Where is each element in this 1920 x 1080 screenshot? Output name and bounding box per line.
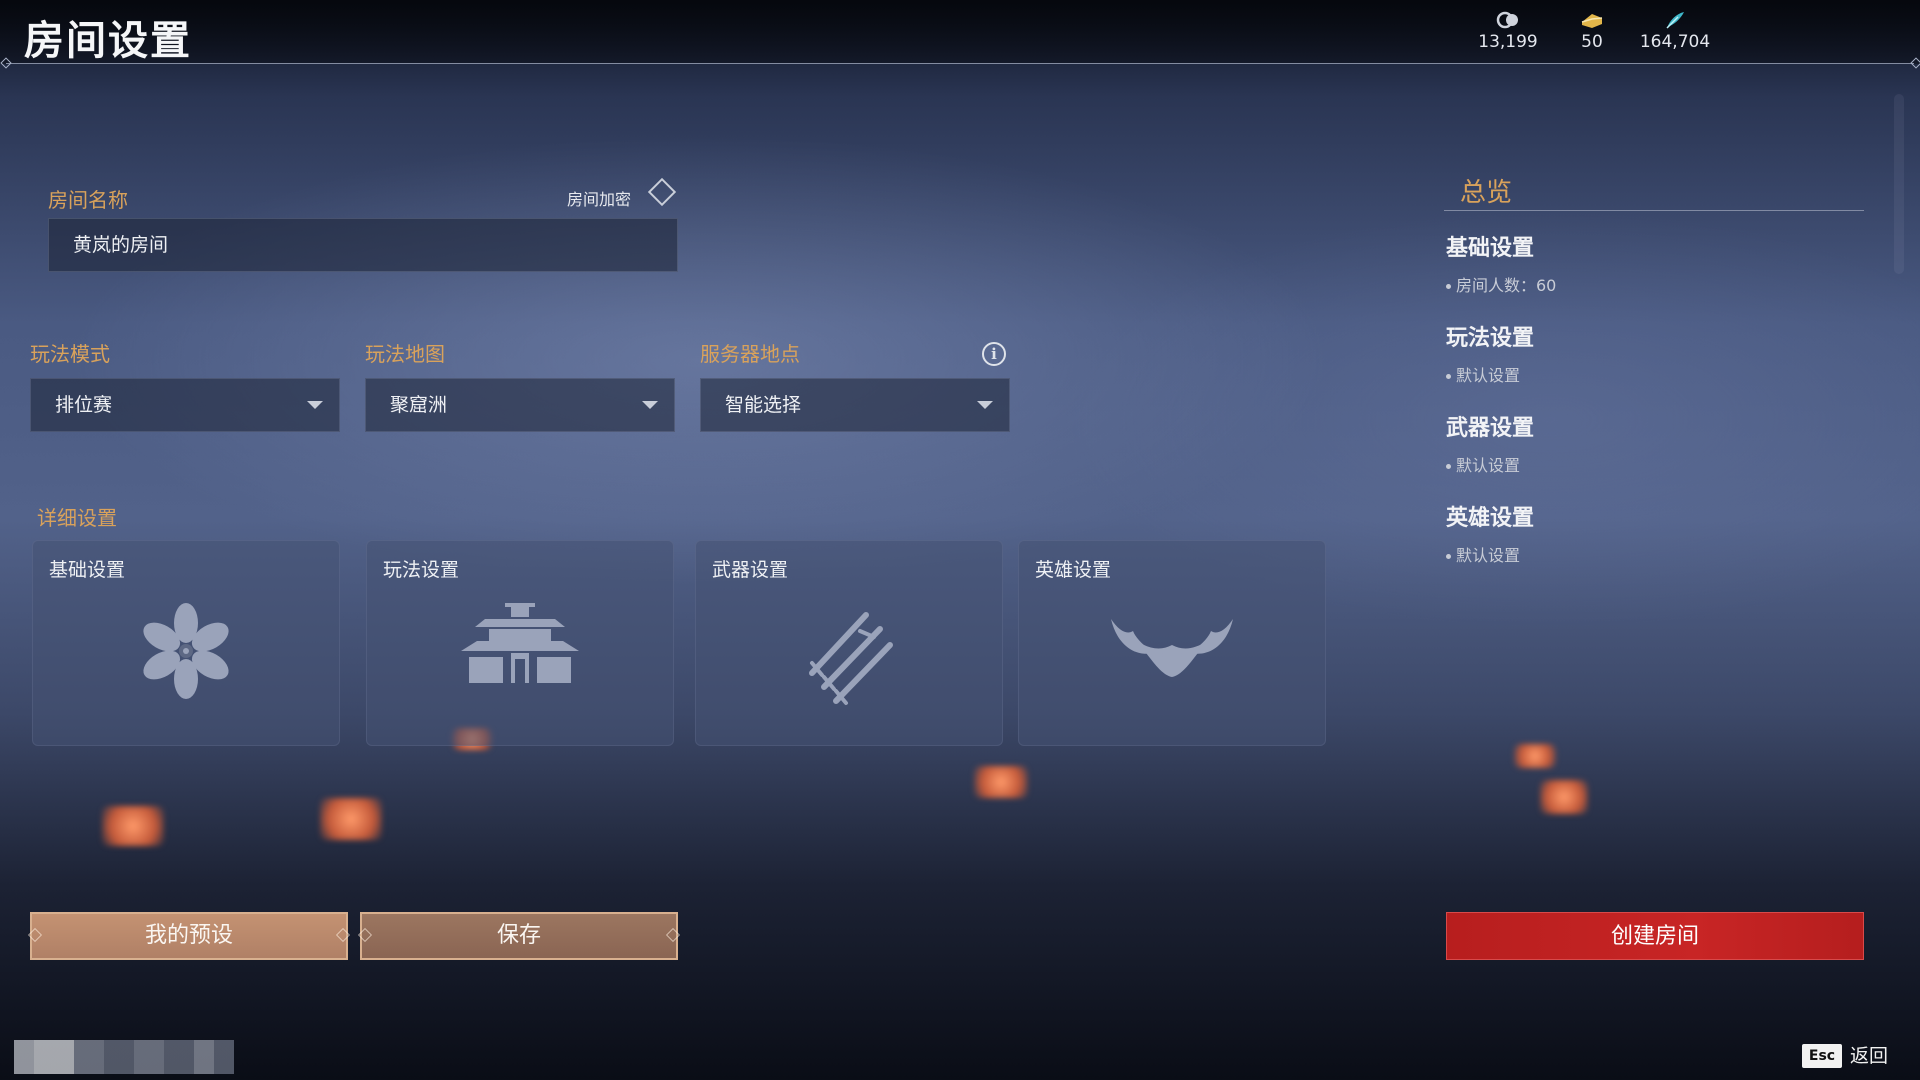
- button-ornament: [335, 927, 351, 943]
- blurred-player-id: [14, 1040, 234, 1074]
- button-ornament: [27, 927, 43, 943]
- lantern-light: [1514, 744, 1556, 768]
- details-label: 详细设置: [37, 506, 117, 530]
- my-presets-label: 我的预设: [144, 923, 233, 948]
- lantern-light: [974, 766, 1028, 798]
- overview-divider: [1444, 210, 1864, 211]
- bullet-icon: [1446, 554, 1451, 559]
- overview-detail: 房间人数：60: [1446, 272, 1556, 296]
- overview-detail-text: 房间人数：60: [1456, 276, 1557, 295]
- card-hero-settings[interactable]: 英雄设置: [1018, 540, 1326, 746]
- demon-mask-icon: [1111, 619, 1233, 677]
- room-encrypt-label: 房间加密: [567, 190, 632, 209]
- overview-detail-text: 默认设置: [1456, 546, 1521, 565]
- room-encrypt-toggle[interactable]: [647, 177, 677, 207]
- overview-detail-text: 默认设置: [1456, 456, 1521, 475]
- overview-detail: 默认设置: [1446, 542, 1520, 566]
- lantern-light: [320, 798, 382, 840]
- server-label: 服务器地点: [700, 342, 800, 366]
- card-label: 基础设置: [49, 559, 126, 581]
- mode-select-value: 排位赛: [55, 394, 113, 416]
- pagoda-icon: [461, 603, 579, 683]
- button-ornament: [665, 927, 681, 943]
- map-select[interactable]: 聚窟洲: [365, 378, 675, 432]
- top-divider: [6, 63, 1914, 64]
- overview-detail: 默认设置: [1446, 452, 1520, 476]
- bullet-icon: [1446, 284, 1451, 289]
- page-title: 房间设置: [24, 18, 192, 64]
- feather-count: 164,704: [1639, 32, 1711, 52]
- lantern-light: [1540, 780, 1588, 814]
- card-weapon-settings[interactable]: 武器设置: [695, 540, 1003, 746]
- overview-detail-text: 默认设置: [1456, 366, 1521, 385]
- create-room-button[interactable]: 创建房间: [1446, 912, 1864, 960]
- mode-label: 玩法模式: [30, 342, 110, 366]
- button-ornament: [357, 927, 373, 943]
- overview-heading: 英雄设置: [1446, 506, 1535, 531]
- coin-icon: [1463, 10, 1553, 32]
- chevron-down-icon: [977, 401, 993, 409]
- room-name-input[interactable]: 黄岚的房间: [48, 218, 678, 272]
- server-select[interactable]: 智能选择: [700, 378, 1010, 432]
- server-select-value: 智能选择: [725, 394, 802, 416]
- map-select-value: 聚窟洲: [390, 394, 448, 416]
- currency-gold: 50: [1547, 10, 1637, 52]
- save-label: 保存: [496, 923, 541, 948]
- back-label[interactable]: 返回: [1850, 1044, 1888, 1068]
- lantern-light: [102, 806, 164, 846]
- esc-key-hint[interactable]: Esc: [1802, 1044, 1842, 1068]
- overview-heading: 基础设置: [1446, 236, 1535, 261]
- bullet-icon: [1446, 374, 1451, 379]
- currency-coins: 13,199: [1463, 10, 1553, 52]
- swords-icon: [809, 612, 893, 705]
- mode-select[interactable]: 排位赛: [30, 378, 340, 432]
- gold-count: 50: [1581, 32, 1603, 52]
- card-label: 武器设置: [712, 559, 789, 581]
- map-label: 玩法地图: [365, 342, 445, 366]
- card-gameplay-settings[interactable]: 玩法设置: [366, 540, 674, 746]
- overview-scrollbar[interactable]: [1894, 94, 1904, 274]
- chevron-down-icon: [642, 401, 658, 409]
- coin-count: 13,199: [1478, 32, 1538, 52]
- overview-heading: 武器设置: [1446, 416, 1535, 441]
- my-presets-button[interactable]: 我的预设: [27, 912, 351, 960]
- card-label: 玩法设置: [383, 559, 460, 581]
- flower-icon: [143, 603, 229, 699]
- overview-detail: 默认设置: [1446, 362, 1520, 386]
- card-label: 英雄设置: [1035, 559, 1112, 581]
- feather-icon: [1630, 10, 1720, 32]
- gold-ingot-icon: [1547, 10, 1637, 32]
- currency-feather: 164,704: [1630, 10, 1720, 52]
- bullet-icon: [1446, 464, 1451, 469]
- overview-title: 总览: [1460, 178, 1513, 208]
- save-button[interactable]: 保存: [357, 912, 681, 960]
- card-basic-settings[interactable]: 基础设置: [32, 540, 340, 746]
- overview-heading: 玩法设置: [1446, 326, 1535, 351]
- info-icon[interactable]: i: [982, 342, 1006, 366]
- chevron-down-icon: [307, 401, 323, 409]
- room-name-label: 房间名称: [48, 188, 128, 212]
